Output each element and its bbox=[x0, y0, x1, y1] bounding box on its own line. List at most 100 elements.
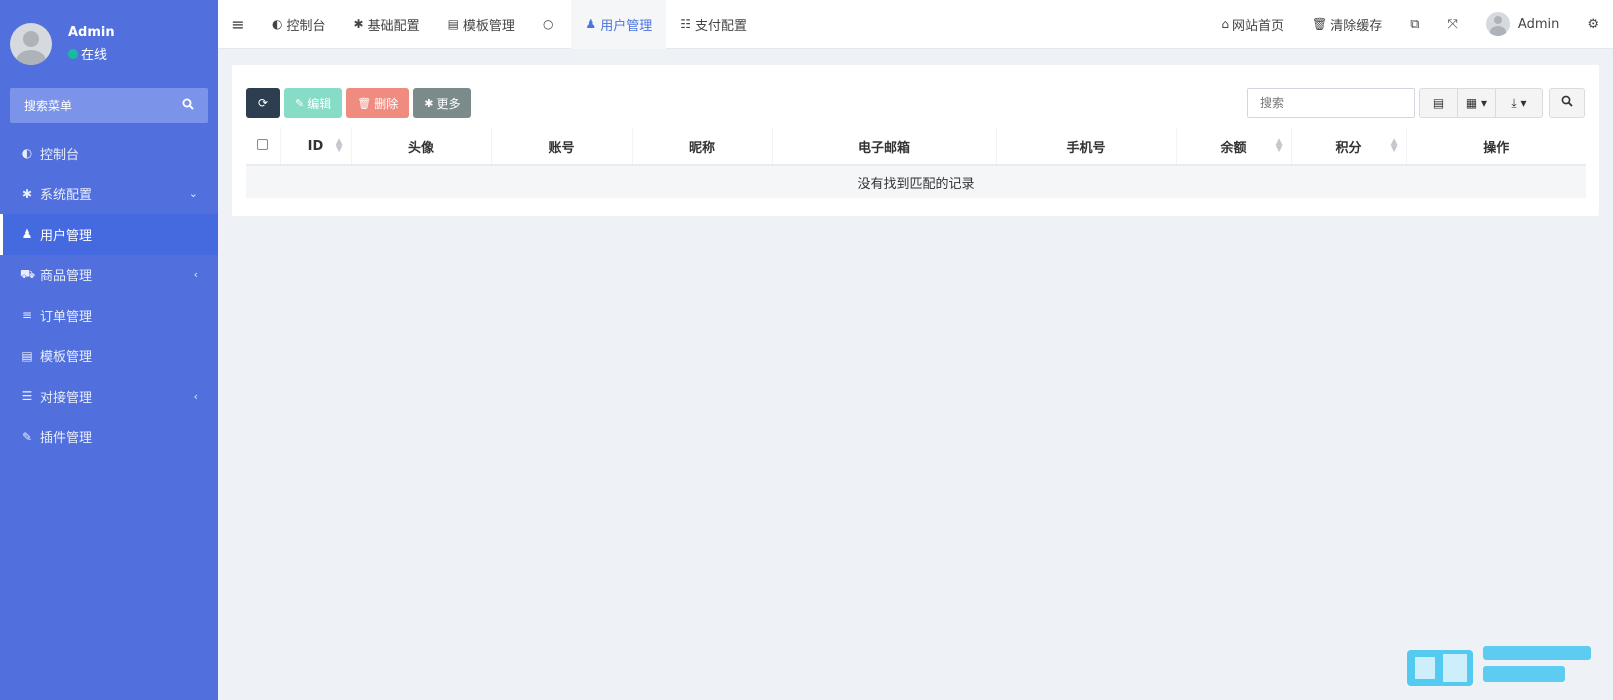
trash-icon: 🗑 bbox=[1311, 17, 1328, 31]
column-header-points[interactable]: 积分 ▲ ▼ bbox=[1291, 128, 1407, 166]
clear-cache-button[interactable]: 🗑 清除缓存 bbox=[1298, 15, 1396, 34]
chevron-left-icon: ‹ bbox=[193, 389, 198, 403]
watermark-logo bbox=[1405, 642, 1595, 690]
language-button[interactable]: ⧉ bbox=[1396, 17, 1433, 32]
top-navbar: ≡ ◐ 控制台 ✱ 基础配置 ▤ 模板管理 ○ ♟ 用户管理 ☷ 支付配置 ⌂ … bbox=[218, 0, 1613, 49]
sidebar-search-input[interactable]: 搜索菜单 bbox=[10, 88, 208, 123]
plug-icon: ✎ bbox=[21, 429, 33, 444]
refresh-button[interactable]: ⟳ bbox=[246, 88, 280, 118]
table-row-empty: 没有找到匹配的记录 bbox=[246, 165, 1586, 198]
dashboard-icon: ◐ bbox=[272, 17, 283, 31]
clear-cache-label: 清除缓存 bbox=[1330, 18, 1383, 34]
table-search-input[interactable] bbox=[1247, 88, 1415, 118]
sidebar: Admin 在线 搜索菜单 ◐ 控制台 ✱ 系统配置 ⌄ ♟ 用户管理 ⛟ 商品… bbox=[0, 0, 218, 700]
table-view-buttons: ▤ ▦ ▾ ⤓ ▾ bbox=[1419, 88, 1543, 118]
sidebar-item-dashboard[interactable]: ◐ 控制台 bbox=[0, 133, 218, 174]
select-all-cell bbox=[246, 128, 281, 166]
gear-icon: ✱ bbox=[353, 17, 364, 31]
table-header-row: ID ▲ ▼ 头像 账号 昵称 电子邮箱 手机号 余额 ▲ ▼ 积分 ▲ ▼ 操作 bbox=[246, 128, 1586, 166]
settings-button[interactable]: ⚙ bbox=[1573, 17, 1613, 32]
tab-label: 模板管理 bbox=[462, 18, 515, 34]
sidebar-item-label: 控制台 bbox=[40, 147, 80, 163]
dashboard-icon: ◐ bbox=[21, 146, 33, 161]
tab-payment-config[interactable]: ☷ 支付配置 bbox=[666, 0, 761, 49]
column-header-avatar: 头像 bbox=[351, 128, 492, 166]
user-menu[interactable]: Admin bbox=[1472, 12, 1573, 36]
tab-dashboard[interactable]: ◐ 控制台 bbox=[258, 0, 340, 49]
select-all-checkbox[interactable] bbox=[257, 138, 269, 150]
sidebar-item-templates[interactable]: ▤ 模板管理 bbox=[0, 336, 218, 377]
sidebar-item-label: 用户管理 bbox=[40, 228, 93, 244]
template-icon: ▤ bbox=[21, 348, 33, 363]
template-icon: ▤ bbox=[447, 17, 459, 31]
sidebar-item-label: 插件管理 bbox=[40, 431, 93, 447]
column-header-id[interactable]: ID ▲ ▼ bbox=[280, 128, 352, 166]
users-table: ID ▲ ▼ 头像 账号 昵称 电子邮箱 手机号 余额 ▲ ▼ 积分 ▲ ▼ 操作 没有找到… bbox=[246, 128, 1586, 198]
list-icon: ≡ bbox=[21, 308, 33, 323]
gears-icon: ⚙ bbox=[1587, 16, 1599, 32]
menu-toggle-icon[interactable]: ≡ bbox=[218, 15, 258, 34]
column-header-balance[interactable]: 余额 ▲ ▼ bbox=[1176, 128, 1292, 166]
user-icon: ♟ bbox=[585, 17, 597, 31]
search-button[interactable] bbox=[1549, 88, 1585, 118]
fullscreen-button[interactable]: ⤧ bbox=[1434, 17, 1472, 32]
tab-circle[interactable]: ○ bbox=[529, 0, 571, 49]
sidebar-user-name: Admin bbox=[68, 25, 115, 40]
pencil-icon: ✎ bbox=[295, 96, 305, 110]
content-panel: ⟳ ✎ 编辑 🗑 删除 ✱ 更多 ▤ ▦ ▾ ⤓ ▾ ID▲▼ 头像 bbox=[232, 65, 1599, 216]
sidebar-item-label: 系统配置 bbox=[40, 188, 93, 204]
edit-button[interactable]: ✎ 编辑 bbox=[284, 88, 343, 118]
column-header-account: 账号 bbox=[491, 128, 633, 166]
trash-icon: 🗑 bbox=[357, 96, 372, 110]
columns-button[interactable]: ▦ ▾ bbox=[1458, 89, 1496, 117]
search-icon bbox=[1561, 95, 1573, 111]
avatar bbox=[10, 23, 52, 65]
more-button-label: 更多 bbox=[436, 96, 461, 111]
user-icon: ♟ bbox=[21, 227, 33, 242]
user-status-label: 在线 bbox=[81, 48, 108, 63]
search-icon bbox=[182, 98, 194, 113]
tab-label: 控制台 bbox=[286, 18, 326, 34]
sidebar-item-system-config[interactable]: ✱ 系统配置 ⌄ bbox=[0, 174, 218, 215]
sidebar-item-products[interactable]: ⛟ 商品管理 ‹ bbox=[0, 255, 218, 296]
download-icon: ⤓ ▾ bbox=[1511, 95, 1527, 110]
chevron-left-icon: ‹ bbox=[193, 268, 198, 282]
sidebar-item-integrations[interactable]: ☰ 对接管理 ‹ bbox=[0, 376, 218, 417]
home-icon: ⌂ bbox=[1221, 17, 1229, 31]
export-button[interactable]: ⤓ ▾ bbox=[1496, 89, 1542, 117]
home-link[interactable]: ⌂ 网站首页 bbox=[1207, 15, 1298, 34]
sidebar-search-label: 搜索菜单 bbox=[24, 99, 73, 113]
online-dot-icon bbox=[68, 48, 78, 59]
card-view-icon: ▤ bbox=[1432, 96, 1445, 110]
tab-label: 用户管理 bbox=[600, 18, 653, 34]
language-icon: ⧉ bbox=[1410, 16, 1420, 32]
sort-icon: ▲ ▼ bbox=[335, 137, 343, 154]
edit-button-label: 编辑 bbox=[307, 96, 332, 111]
columns-icon: ▦ ▾ bbox=[1465, 96, 1488, 110]
toggle-view-button[interactable]: ▤ bbox=[1420, 89, 1458, 117]
home-link-label: 网站首页 bbox=[1231, 18, 1284, 34]
sidebar-item-label: 对接管理 bbox=[40, 390, 93, 406]
refresh-icon: ⟳ bbox=[257, 96, 269, 110]
sidebar-item-label: 订单管理 bbox=[40, 309, 93, 325]
tab-label: 基础配置 bbox=[367, 18, 420, 34]
sidebar-item-plugins[interactable]: ✎ 插件管理 bbox=[0, 417, 218, 458]
column-header-email: 电子邮箱 bbox=[772, 128, 997, 166]
sidebar-item-orders[interactable]: ≡ 订单管理 bbox=[0, 295, 218, 336]
tab-users[interactable]: ♟ 用户管理 bbox=[571, 0, 667, 49]
user-status: 在线 bbox=[68, 44, 115, 63]
circle-icon: ○ bbox=[542, 17, 554, 31]
chevron-down-icon: ⌄ bbox=[188, 187, 198, 201]
empty-message: 没有找到匹配的记录 bbox=[246, 165, 1586, 198]
sort-icon: ▲ ▼ bbox=[1390, 137, 1398, 154]
sidebar-menu: ◐ 控制台 ✱ 系统配置 ⌄ ♟ 用户管理 ⛟ 商品管理 ‹ ≡ 订单管理 ▤ … bbox=[0, 133, 218, 457]
more-button[interactable]: ✱ 更多 bbox=[413, 88, 472, 118]
column-header-actions: 操作 bbox=[1406, 128, 1586, 166]
column-header-phone: 手机号 bbox=[996, 128, 1177, 166]
tab-templates[interactable]: ▤ 模板管理 bbox=[434, 0, 529, 49]
sidebar-item-users[interactable]: ♟ 用户管理 bbox=[0, 214, 218, 255]
user-menu-name: Admin bbox=[1517, 16, 1560, 32]
delete-button[interactable]: 🗑 删除 bbox=[346, 88, 410, 118]
sidebar-item-label: 模板管理 bbox=[40, 350, 93, 366]
tab-basic-config[interactable]: ✱ 基础配置 bbox=[340, 0, 434, 49]
